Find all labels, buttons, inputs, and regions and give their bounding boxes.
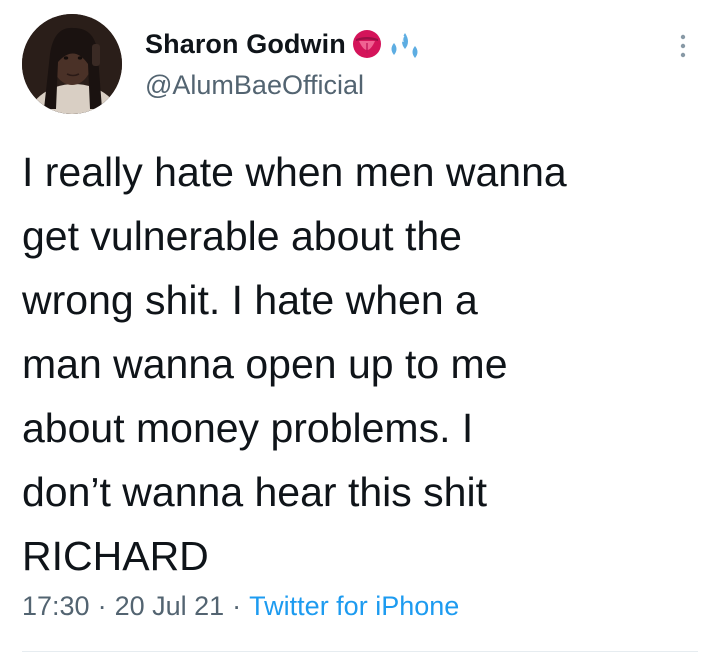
divider [22,651,698,652]
meta-separator: · [232,591,242,621]
tweet-card: Sharon Godwin @AlumBaeOfficial I really … [0,0,720,664]
sweat-droplets-icon [388,29,418,59]
tweet-text: I really hate when men wanna get vulnera… [22,149,567,579]
meta-separator: · [97,591,107,621]
tweet-time[interactable]: 17:30 [22,591,90,621]
author-display-name[interactable]: Sharon Godwin [145,29,346,60]
more-options-icon[interactable] [674,32,692,60]
author-handle[interactable]: @AlumBaeOfficial [145,70,364,101]
tweet-source-link[interactable]: Twitter for iPhone [249,591,459,621]
avatar-photo [22,14,122,114]
author-name-row[interactable]: Sharon Godwin [145,24,418,64]
author-avatar[interactable] [22,14,122,114]
tweet-date[interactable]: 20 Jul 21 [115,591,225,621]
tweet-metadata: 17:30 · 20 Jul 21 · Twitter for iPhone [22,591,459,622]
tongue-emoji [352,29,382,59]
